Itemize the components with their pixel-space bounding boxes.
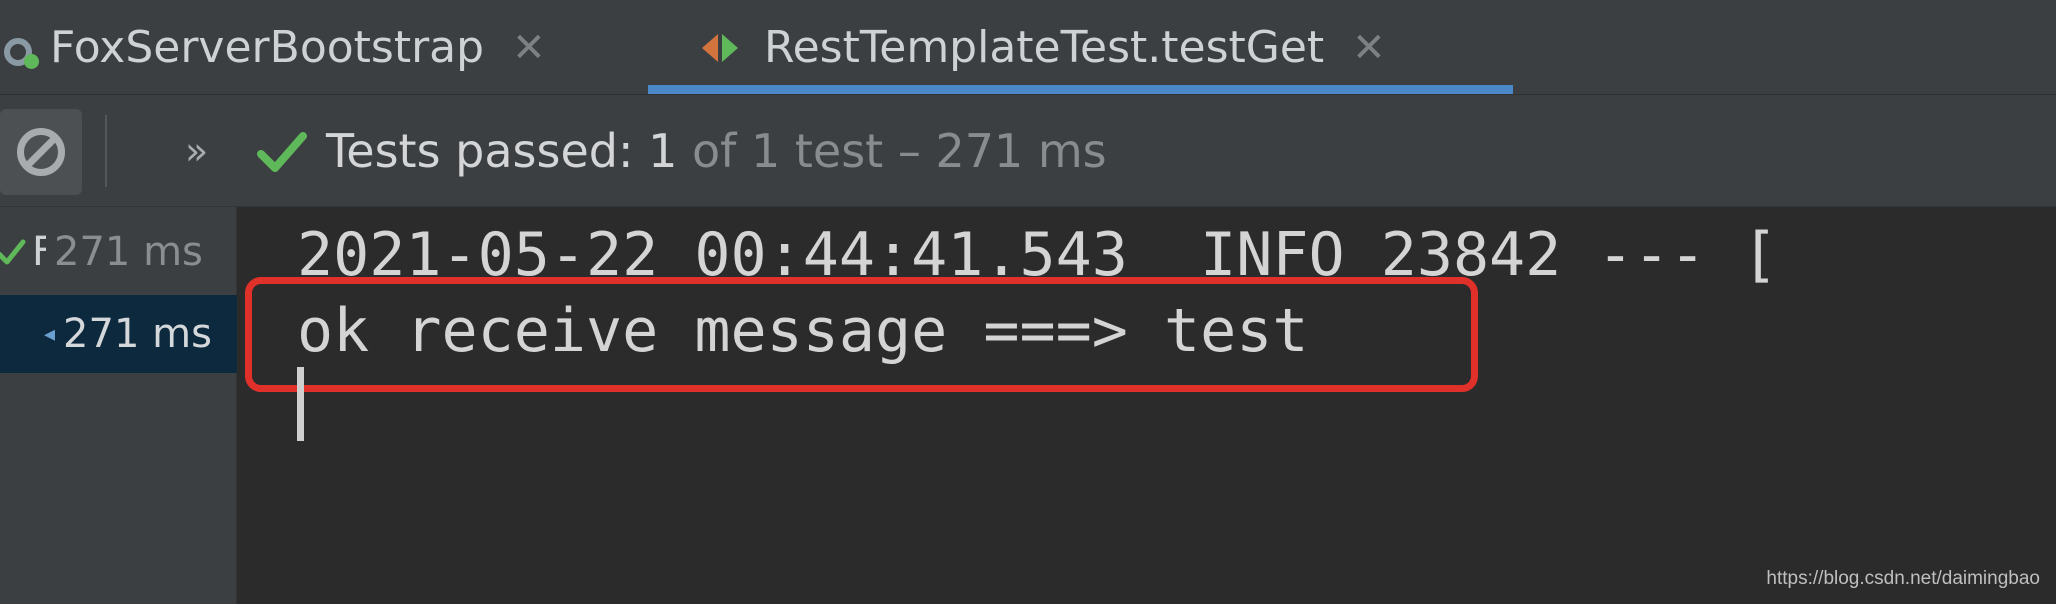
expand-arrow-icon: ◂ (44, 321, 56, 347)
more-actions-button[interactable]: » (185, 121, 208, 181)
stop-icon (17, 128, 65, 176)
test-run-icon (702, 33, 738, 62)
test-status: Tests passed: 1 of 1 test – 271 ms (326, 115, 1107, 187)
tree-row-test-selected[interactable]: ◂ 271 ms (0, 295, 237, 373)
check-icon (257, 132, 307, 172)
tree-row-suite[interactable]: F 271 ms (0, 213, 237, 291)
text-caret (297, 367, 304, 441)
status-main: Tests passed: 1 (326, 124, 678, 178)
ide-run-window: FoxServerBootstrap ✕ RestTemplateTest.te… (0, 0, 2056, 604)
stop-button[interactable] (0, 109, 82, 195)
test-toolbar: » Tests passed: 1 of 1 test – 271 ms (0, 95, 2056, 207)
tree-row-time: 271 ms (54, 229, 203, 275)
tab-rest-template-test[interactable]: RestTemplateTest.testGet ✕ (648, 0, 1513, 95)
run-tab-bar: FoxServerBootstrap ✕ RestTemplateTest.te… (0, 0, 2056, 95)
active-tab-indicator (648, 85, 1513, 94)
console-output[interactable]: 2021-05-22 00:44:41.543 INFO 23842 --- [… (237, 207, 2056, 604)
tree-row-time: 271 ms (63, 311, 212, 357)
close-icon[interactable]: ✕ (512, 25, 546, 71)
watermark: https://blog.csdn.net/daimingbao (1766, 568, 2040, 589)
status-detail: of 1 test – 271 ms (677, 124, 1107, 178)
toolbar-divider (105, 115, 107, 187)
tree-row-label: F (32, 229, 46, 275)
check-icon (0, 239, 26, 265)
close-icon[interactable]: ✕ (1352, 25, 1386, 71)
spring-bootstrap-icon (2, 26, 42, 70)
highlight-annotation (245, 277, 1478, 392)
tab-label: FoxServerBootstrap (50, 22, 485, 73)
tab-label: RestTemplateTest.testGet (764, 22, 1325, 73)
test-tree: F 271 ms ◂ 271 ms (0, 207, 237, 604)
tab-fox-server-bootstrap[interactable]: FoxServerBootstrap ✕ (0, 0, 640, 95)
